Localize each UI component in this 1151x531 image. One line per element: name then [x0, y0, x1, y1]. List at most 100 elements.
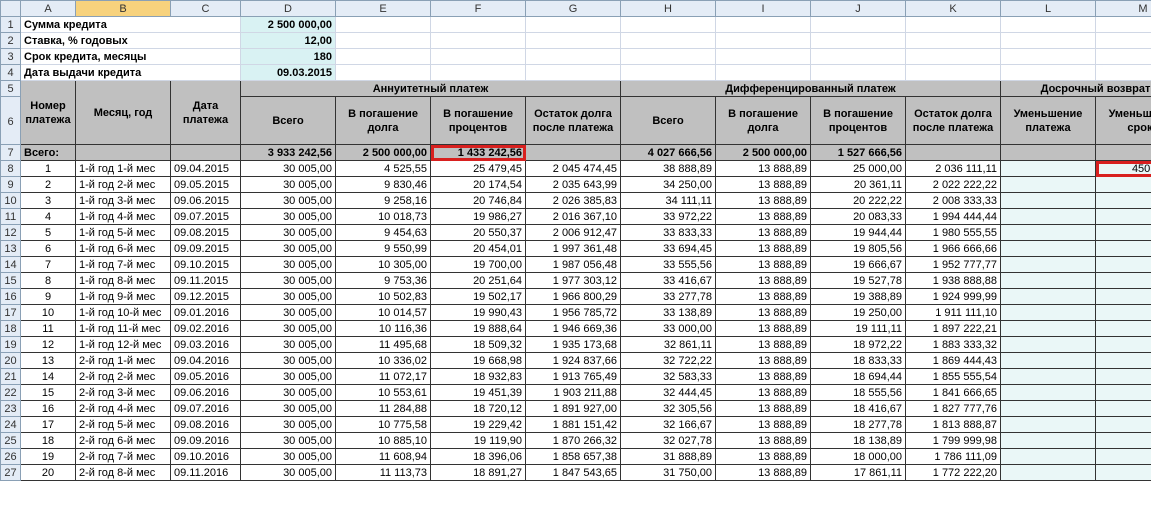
cell-less-term[interactable]: [1096, 337, 1151, 353]
row-header-20[interactable]: 20: [1, 353, 21, 369]
cell-d-balance[interactable]: 1 883 333,32: [906, 337, 1001, 353]
row-header-3[interactable]: 3: [1, 49, 21, 65]
cell-d-total[interactable]: 33 138,89: [621, 305, 716, 321]
cell-d-interest[interactable]: 19 944,44: [811, 225, 906, 241]
col-header-D[interactable]: D: [241, 1, 336, 17]
cell-d-total[interactable]: 33 000,00: [621, 321, 716, 337]
cell-d-balance[interactable]: 1 966 666,66: [906, 241, 1001, 257]
cell-d-interest[interactable]: 20 083,33: [811, 209, 906, 225]
cell-less-pay[interactable]: [1001, 273, 1096, 289]
cell-date[interactable]: 09.08.2015: [171, 225, 241, 241]
cell-month[interactable]: 1-й год 10-й мес: [76, 305, 171, 321]
cell-date[interactable]: 09.05.2016: [171, 369, 241, 385]
cell-d-total[interactable]: 32 166,67: [621, 417, 716, 433]
cell-less-term[interactable]: [1096, 305, 1151, 321]
row-header-15[interactable]: 15: [1, 273, 21, 289]
cell-less-term[interactable]: [1096, 433, 1151, 449]
cell-less-term[interactable]: [1096, 401, 1151, 417]
cell-d-interest[interactable]: 19 527,78: [811, 273, 906, 289]
cell-a-interest[interactable]: 18 891,27: [431, 465, 526, 481]
cell-d-balance[interactable]: 1 813 888,87: [906, 417, 1001, 433]
cell-d-interest[interactable]: 19 388,89: [811, 289, 906, 305]
cell-d-total[interactable]: 32 583,33: [621, 369, 716, 385]
cell-d-total[interactable]: 32 305,56: [621, 401, 716, 417]
cell-d-total[interactable]: 31 750,00: [621, 465, 716, 481]
cell-d-principal[interactable]: 13 888,89: [716, 289, 811, 305]
cell-less-pay[interactable]: [1001, 337, 1096, 353]
cell-d-total[interactable]: 33 555,56: [621, 257, 716, 273]
cell-d-interest[interactable]: 25 000,00: [811, 161, 906, 177]
cell-d-total[interactable]: 31 888,89: [621, 449, 716, 465]
cell-a-principal[interactable]: 10 116,36: [336, 321, 431, 337]
col-header-G[interactable]: G: [526, 1, 621, 17]
cell-a-balance[interactable]: 1 924 837,66: [526, 353, 621, 369]
row-header-19[interactable]: 19: [1, 337, 21, 353]
cell-less-pay[interactable]: [1001, 225, 1096, 241]
cell-num[interactable]: 15: [21, 385, 76, 401]
cell-a-interest[interactable]: 19 888,64: [431, 321, 526, 337]
cell-date[interactable]: 09.04.2015: [171, 161, 241, 177]
cell-a-total[interactable]: 30 005,00: [241, 401, 336, 417]
input-issue-date[interactable]: 09.03.2015: [241, 65, 336, 81]
cell-less-term[interactable]: [1096, 369, 1151, 385]
col-header-A[interactable]: A: [21, 1, 76, 17]
cell-d-balance[interactable]: 1 980 555,55: [906, 225, 1001, 241]
cell-d-balance[interactable]: 1 938 888,88: [906, 273, 1001, 289]
cell-num[interactable]: 19: [21, 449, 76, 465]
cell-less-term[interactable]: [1096, 273, 1151, 289]
col-header-C[interactable]: C: [171, 1, 241, 17]
row-header-27[interactable]: 27: [1, 465, 21, 481]
cell-less-pay[interactable]: [1001, 241, 1096, 257]
cell-d-balance[interactable]: 1 786 111,09: [906, 449, 1001, 465]
spreadsheet-grid[interactable]: ABCDEFGHIJKLM1Сумма кредита2 500 000,002…: [0, 0, 1151, 481]
cell-date[interactable]: 09.06.2016: [171, 385, 241, 401]
cell-a-principal[interactable]: 11 113,73: [336, 465, 431, 481]
cell-less-pay[interactable]: [1001, 353, 1096, 369]
cell-less-term[interactable]: [1096, 177, 1151, 193]
cell-date[interactable]: 09.02.2016: [171, 321, 241, 337]
row-header-23[interactable]: 23: [1, 401, 21, 417]
cell-less-pay[interactable]: [1001, 433, 1096, 449]
cell-month[interactable]: 1-й год 5-й мес: [76, 225, 171, 241]
cell-d-principal[interactable]: 13 888,89: [716, 337, 811, 353]
input-term[interactable]: 180: [241, 49, 336, 65]
cell-a-total[interactable]: 30 005,00: [241, 209, 336, 225]
cell-d-balance[interactable]: 1 869 444,43: [906, 353, 1001, 369]
cell-date[interactable]: 09.10.2015: [171, 257, 241, 273]
cell-d-interest[interactable]: 18 277,78: [811, 417, 906, 433]
cell-a-total[interactable]: 30 005,00: [241, 449, 336, 465]
cell-date[interactable]: 09.07.2015: [171, 209, 241, 225]
cell-a-balance[interactable]: 1 847 543,65: [526, 465, 621, 481]
cell-a-balance[interactable]: 1 858 657,38: [526, 449, 621, 465]
cell-month[interactable]: 2-й год 6-й мес: [76, 433, 171, 449]
cell-num[interactable]: 5: [21, 225, 76, 241]
cell-a-interest[interactable]: 20 454,01: [431, 241, 526, 257]
cell-d-balance[interactable]: 2 008 333,33: [906, 193, 1001, 209]
cell-d-interest[interactable]: 17 861,11: [811, 465, 906, 481]
cell-a-principal[interactable]: 10 305,00: [336, 257, 431, 273]
cell-d-total[interactable]: 34 111,11: [621, 193, 716, 209]
cell-a-balance[interactable]: 1 913 765,49: [526, 369, 621, 385]
input-rate[interactable]: 12,00: [241, 33, 336, 49]
col-header-K[interactable]: K: [906, 1, 1001, 17]
cell-a-total[interactable]: 30 005,00: [241, 353, 336, 369]
input-loan-sum[interactable]: 2 500 000,00: [241, 17, 336, 33]
cell-d-total[interactable]: 32 722,22: [621, 353, 716, 369]
cell-date[interactable]: 09.07.2016: [171, 401, 241, 417]
row-header-14[interactable]: 14: [1, 257, 21, 273]
cell-d-principal[interactable]: 13 888,89: [716, 193, 811, 209]
cell-d-principal[interactable]: 13 888,89: [716, 449, 811, 465]
cell-less-term[interactable]: [1096, 353, 1151, 369]
cell-num[interactable]: 7: [21, 257, 76, 273]
cell-d-total[interactable]: 33 694,45: [621, 241, 716, 257]
cell-month[interactable]: 1-й год 4-й мес: [76, 209, 171, 225]
col-header-E[interactable]: E: [336, 1, 431, 17]
cell-d-total[interactable]: 38 888,89: [621, 161, 716, 177]
cell-date[interactable]: 09.01.2016: [171, 305, 241, 321]
cell-d-total[interactable]: 33 833,33: [621, 225, 716, 241]
cell-less-term[interactable]: [1096, 321, 1151, 337]
cell-less-pay[interactable]: [1001, 385, 1096, 401]
cell-d-interest[interactable]: 19 805,56: [811, 241, 906, 257]
cell-a-total[interactable]: 30 005,00: [241, 161, 336, 177]
row-header-21[interactable]: 21: [1, 369, 21, 385]
